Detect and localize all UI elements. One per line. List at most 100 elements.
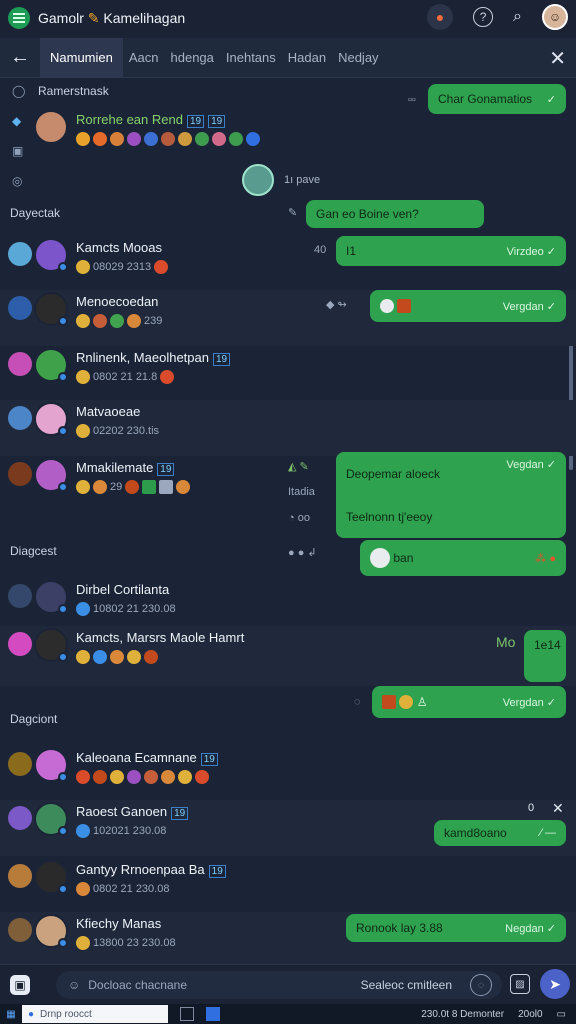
chat-meta: 29: [76, 480, 191, 494]
online-icon: [58, 482, 68, 492]
sticker-icon: ◭ ✎: [288, 461, 309, 473]
chat-name: Raoest Ganoen 19: [76, 804, 189, 820]
chat-row[interactable]: Mmakilemate 19 29 ◭ ✎ Itadia ◔ oo Deopema…: [0, 452, 576, 548]
tab-5[interactable]: Hadan: [282, 38, 332, 78]
back-arrow-icon[interactable]: ←: [0, 46, 40, 69]
chat-row[interactable]: Kamcts Mooas 08029 2313 40 I1 Virzdeo ✓: [0, 236, 576, 292]
app-icon[interactable]: [206, 1007, 220, 1021]
group-header-title: Ramerstnask: [38, 84, 109, 98]
image-icon[interactable]: ▨: [510, 974, 530, 994]
reaction-icons: ● ● ↲: [288, 547, 317, 559]
chat-meta: 0802 21 230.08: [76, 882, 169, 896]
message-bubble-question[interactable]: Gan eo Boine ven?: [306, 200, 484, 228]
close-icon[interactable]: ✕: [552, 800, 564, 817]
side-count: Mo: [496, 634, 516, 650]
avatar: [8, 296, 32, 320]
pin-icon[interactable]: 0: [528, 802, 534, 814]
tab-2[interactable]: Aacn: [123, 38, 165, 78]
chat-name: Dirbel Cortilanta: [76, 582, 170, 597]
online-icon: [58, 426, 68, 436]
chat-meta: 0802 21 21.8: [76, 370, 175, 384]
chat-name: Gantyy Rrnoenpaa Ba 19: [76, 862, 226, 878]
menu-logo-icon[interactable]: [8, 7, 30, 29]
online-icon: [58, 372, 68, 382]
app-header: Gamolr ✎ Kamelihagan ● ? ⌕ ☺: [0, 0, 576, 36]
chat-name: Kamcts Mooas: [76, 240, 162, 255]
section-label-2: Diagcest: [10, 544, 57, 558]
date: 20ol0: [518, 1008, 543, 1020]
message-bubble[interactable]: Vergdan ✓: [370, 290, 566, 322]
chat-row[interactable]: Raoest Ganoen 19 102021 230.08 0 ✕ kamd8o…: [0, 800, 576, 856]
avatar: [34, 110, 68, 144]
message-bubble[interactable]: ban ⁂ ●: [360, 540, 566, 576]
user-avatar[interactable]: ☺: [542, 4, 568, 30]
notification-icon[interactable]: ●: [427, 4, 454, 30]
chat-row[interactable]: Rnlinenk, Maeolhetpan 19 0802 21 21.8: [0, 346, 576, 402]
online-icon: [58, 938, 68, 948]
info-icon[interactable]: ◯: [12, 84, 25, 98]
online-icon: [58, 262, 68, 272]
chat-meta: 08029 2313: [76, 260, 169, 274]
help-icon[interactable]: ?: [473, 7, 494, 27]
chat-row[interactable]: Matvaoeae 02202 230.tis: [0, 400, 576, 456]
taskbar-search[interactable]: ● Drnp roocct: [22, 1005, 168, 1023]
chat-name: Rnlinenk, Maeolhetpan 19: [76, 350, 231, 366]
online-icon: [58, 652, 68, 662]
send-button[interactable]: ➤: [540, 969, 570, 999]
section-label-3: Dagciont: [10, 712, 58, 726]
chat-name: Kfiechy Manas: [76, 916, 162, 931]
start-icon[interactable]: ▦: [0, 1009, 22, 1020]
chat-row[interactable]: Menoecoedan 239 ◆ ↬ Vergdan ✓: [0, 290, 576, 346]
tab-1[interactable]: Namumien: [40, 37, 123, 78]
side-count: 40: [314, 244, 327, 256]
chat-row[interactable]: Kamcts, Marsrs Maole Hamrt Mo 1e14: [0, 626, 576, 686]
chat-row[interactable]: Kaleoana Ecamnane 19: [0, 746, 576, 802]
chat-row[interactable]: Kfiechy Manas 13800 23 230.08 Ronook lay…: [0, 912, 576, 964]
message-bubble[interactable]: Ronook lay 3.88 Negdan ✓: [346, 914, 566, 942]
message-input[interactable]: ☺ Docloac chacnane Sealeoc cmitleen ◌: [56, 971, 502, 999]
avatar: [8, 352, 32, 376]
side-label: ◔ oo: [288, 512, 310, 524]
chat-name: Menoecoedan: [76, 294, 159, 309]
avatar: [8, 752, 32, 776]
chat-row[interactable]: Gantyy Rrnoenpaa Ba 19 0802 21 230.08: [0, 858, 576, 914]
avatar: [8, 406, 32, 430]
taskview-icon[interactable]: [180, 1007, 194, 1021]
edit-icon[interactable]: ✎: [288, 206, 297, 219]
reaction-strip: [76, 132, 260, 146]
system-taskbar: ▦ ● Drnp roocct 230.0t 8 Demonter 20ol0 ▭: [0, 1004, 576, 1024]
chat-name: Matvaoeae: [76, 404, 141, 419]
message-bubble-large[interactable]: Deopemar aloeck Teelnonn tj'eeoy Vegdan …: [336, 452, 566, 538]
chat-name: Kaleoana Ecamnane 19: [76, 750, 218, 766]
chat-meta: 102021 230.08: [76, 824, 166, 838]
group-header-row[interactable]: Rorrehe ean Rend 19 19: [0, 108, 576, 164]
message-bubble[interactable]: ♙ Vergdan ✓: [372, 686, 566, 718]
attach-icon[interactable]: ▣: [10, 975, 30, 995]
options-icon[interactable]: ◌: [470, 974, 492, 996]
pin-icon[interactable]: ◆ ↬: [326, 298, 347, 311]
message-bubble[interactable]: 1e14: [524, 630, 566, 682]
chat-meta: 13800 23 230.08: [76, 936, 176, 950]
online-icon: [58, 604, 68, 614]
online-icon: [58, 316, 68, 326]
center-label: 1ı pave: [284, 174, 321, 186]
message-bubble[interactable]: I1 Virzdeo ✓: [336, 236, 566, 266]
chat-meta: 02202 230.tis: [76, 424, 159, 438]
emoji-icon[interactable]: ☺: [68, 978, 80, 992]
message-bubble[interactable]: kamd8oano ⁄ —: [434, 820, 566, 846]
tab-6[interactable]: Nedjay: [332, 38, 384, 78]
settings-icon[interactable]: ◎: [12, 174, 25, 188]
chat-meta: 239: [76, 314, 162, 328]
center-avatar[interactable]: [242, 164, 274, 196]
reaction-icon: ◌: [354, 696, 361, 708]
composer-hint: Sealeoc cmitleen: [360, 978, 452, 992]
avatar: [8, 806, 32, 830]
notification-center-icon[interactable]: ▭: [557, 1009, 566, 1020]
search-icon[interactable]: ⌕: [513, 8, 522, 26]
tab-4[interactable]: Inehtans: [220, 38, 282, 78]
message-composer: ▣ ☺ Docloac chacnane Sealeoc cmitleen ◌ …: [0, 964, 576, 1004]
tab-3[interactable]: hdenga: [165, 38, 220, 78]
avatar: [8, 462, 32, 486]
close-icon[interactable]: ✕: [549, 46, 566, 71]
read-indicator: ▫▫: [408, 94, 416, 106]
